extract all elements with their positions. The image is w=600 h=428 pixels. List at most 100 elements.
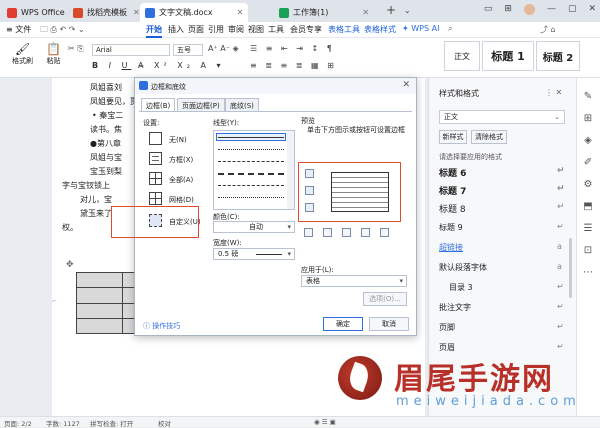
font-size-adjust-icons[interactable]: A⁺ A⁻ ◈ xyxy=(208,44,239,53)
bottom-border-button[interactable] xyxy=(305,203,314,212)
menu-member[interactable]: 会员专享 xyxy=(290,24,322,35)
setting-grid-icon[interactable] xyxy=(149,192,162,205)
search-icon[interactable]: ⌕ xyxy=(448,24,452,34)
tab-wps-office[interactable]: WPS Office xyxy=(2,3,70,22)
current-style-select[interactable]: 正文 ⌄ xyxy=(439,110,565,124)
brush-icon: 🖌 xyxy=(14,42,31,56)
style-item-toc-3[interactable]: 目录 3 ↵ xyxy=(449,282,564,293)
panel-menu-icon[interactable]: ⋮ ✕ xyxy=(545,88,562,97)
side-tool-icons[interactable]: ✎ ⊞ ◈ ✐ ⚙ ⬒ ☰ ⊡ ⋯ xyxy=(583,86,593,284)
paste-button[interactable]: 📋 粘贴 xyxy=(46,42,61,66)
preview-area[interactable] xyxy=(331,172,389,212)
style-item-footer[interactable]: 页脚 ↵ xyxy=(439,322,564,333)
style-heading-2[interactable]: 标题 2 xyxy=(536,41,580,71)
setting-all[interactable]: 全部(A) xyxy=(169,175,193,185)
menu-table-tools[interactable]: 表格工具 xyxy=(328,24,360,35)
menu-table-style[interactable]: 表格样式 xyxy=(364,24,396,35)
style-item-heading-7[interactable]: 标题 7 ↵ xyxy=(439,184,565,197)
menu-tools[interactable]: 工具 xyxy=(268,24,284,35)
options-button[interactable]: 选项(O)... xyxy=(363,292,407,306)
doc-line: 字与宝钗锁上 xyxy=(62,181,110,190)
line-style-list[interactable] xyxy=(213,130,295,210)
style-item-heading-8[interactable]: 标题 8 ↵ xyxy=(439,202,565,215)
close-icon[interactable]: ✕ xyxy=(362,8,369,17)
borders-shading-dialog: 边框和底纹 ✕ 边框(B) 页面边框(P) 底纹(S) 设置: 无(N) 方框(… xyxy=(111,77,417,336)
close-window-icon[interactable]: ✕ xyxy=(588,4,596,15)
apply-to-select[interactable]: 表格 ▾ xyxy=(301,275,407,287)
paragraph-icons[interactable]: ☰ ≡ ⇤ ⇥ ↕ ¶ xyxy=(250,44,335,53)
menu-insert[interactable]: 插入 xyxy=(168,24,184,35)
scrollbar[interactable] xyxy=(569,238,572,298)
style-item-hyperlink[interactable]: 超链接 a xyxy=(439,242,562,253)
close-icon[interactable]: ✕ xyxy=(402,80,410,90)
menu-review[interactable]: 审阅 xyxy=(228,24,244,35)
setting-none-icon[interactable] xyxy=(149,132,162,145)
cut-copy-icons[interactable]: ✂ ⎘ xyxy=(68,44,84,54)
style-heading-1[interactable]: 标题 1 xyxy=(482,41,534,71)
top-border-button[interactable] xyxy=(305,169,314,178)
style-item-default-font[interactable]: 默认段落字体 a xyxy=(439,262,562,273)
close-icon[interactable]: ✕ xyxy=(237,8,244,17)
setting-all-icon[interactable] xyxy=(149,172,162,185)
tab-borders[interactable]: 边框(B) xyxy=(141,98,176,112)
cancel-button[interactable]: 取消 xyxy=(369,317,409,331)
setting-box[interactable]: 方框(X) xyxy=(169,155,193,165)
wps-writer-icon xyxy=(139,81,148,90)
new-tab-icon[interactable]: + xyxy=(386,3,396,17)
style-item-heading-9[interactable]: 标题 9 ↵ xyxy=(439,222,564,233)
tab-template[interactable]: 找稻壳模板 ✕ xyxy=(68,3,145,22)
setting-none[interactable]: 无(N) xyxy=(169,135,187,145)
tips-link[interactable]: ⓘ 操作技巧 xyxy=(143,321,180,331)
menu-start[interactable]: 开始 xyxy=(146,24,162,38)
style-normal[interactable]: 正文 xyxy=(444,41,480,71)
diagonal-down-button[interactable] xyxy=(380,228,389,237)
font-style-icons[interactable]: B I U A̶ X² X₂ A ▾ xyxy=(92,61,224,70)
format-painter-button[interactable]: 🖌 格式刷 xyxy=(12,42,33,66)
menu-wps-ai[interactable]: ✦ WPS AI xyxy=(402,24,439,33)
quick-access-icons[interactable]: 🗀 ⎙ ↶ ↷ ⌄ xyxy=(40,24,85,38)
style-item-header[interactable]: 页眉 ↵ xyxy=(439,342,564,353)
close-icon[interactable]: ✕ xyxy=(133,8,140,17)
dialog-title-bar: 边框和底纹 ✕ xyxy=(135,78,416,94)
line-style-label: 线型(Y): xyxy=(213,119,240,127)
view-icons[interactable]: ◉ ☰ ▣ xyxy=(314,418,336,426)
menu-bar: ≡ 文件 🗀 ⎙ ↶ ↷ ⌄ 开始 插入 页面 引用 审阅 视图 工具 会员专享… xyxy=(0,22,600,38)
doc-line: 黛玉来了 xyxy=(80,209,112,218)
tab-page-border[interactable]: 页面边框(P) xyxy=(177,98,225,111)
style-item-comment[interactable]: 批注文字 ↵ xyxy=(439,302,564,313)
clear-format-button[interactable]: 清除格式 xyxy=(471,130,507,144)
menu-view[interactable]: 视图 xyxy=(248,24,264,35)
grid-icon[interactable]: ⊞ xyxy=(504,4,512,15)
doc-line: 权。 xyxy=(62,223,78,232)
avatar[interactable] xyxy=(523,4,535,15)
share-icon[interactable]: ⤴ ⌂ xyxy=(540,24,556,35)
ok-button[interactable]: 确定 xyxy=(323,317,363,331)
inside-vertical-button[interactable] xyxy=(342,228,351,237)
scrollbar[interactable] xyxy=(287,131,294,209)
tab-shading[interactable]: 底纹(S) xyxy=(225,98,259,111)
menu-file[interactable]: ≡ 文件 xyxy=(6,24,31,35)
menu-page[interactable]: 页面 xyxy=(188,24,204,35)
tab-workbook[interactable]: 工作簿(1) ✕ xyxy=(274,3,374,22)
diagonal-up-button[interactable] xyxy=(304,228,313,237)
color-select[interactable]: 自动 ▾ xyxy=(213,221,295,233)
chevron-down-icon[interactable]: ⌄ xyxy=(404,6,411,15)
chevron-down-icon: ▾ xyxy=(399,277,403,285)
width-select[interactable]: 0.5 磅 ▾ xyxy=(213,248,295,260)
maximize-icon[interactable]: ▢ xyxy=(568,4,577,15)
right-border-button[interactable] xyxy=(361,228,370,237)
minimize-icon[interactable]: — xyxy=(547,4,556,15)
align-icons[interactable]: ≡ ≣ ≡ ≣ ▦ ⊞ xyxy=(250,61,337,70)
font-name-select[interactable]: Arial xyxy=(92,44,170,56)
font-size-select[interactable]: 五号 xyxy=(173,44,203,56)
style-item-heading-6[interactable]: 标题 6 ↵ xyxy=(439,166,565,179)
menu-reference[interactable]: 引用 xyxy=(208,24,224,35)
table-move-handle-icon[interactable]: ✥ xyxy=(66,260,74,270)
setting-grid[interactable]: 网格(D) xyxy=(169,195,194,205)
left-border-button[interactable] xyxy=(323,228,332,237)
tab-document[interactable]: 文字文稿.docx ✕ xyxy=(140,3,249,22)
new-style-button[interactable]: 新样式 xyxy=(439,130,467,144)
inside-horizontal-button[interactable] xyxy=(305,186,314,195)
setting-box-icon[interactable] xyxy=(149,152,162,165)
layout-icon[interactable]: ▭ xyxy=(484,4,493,15)
